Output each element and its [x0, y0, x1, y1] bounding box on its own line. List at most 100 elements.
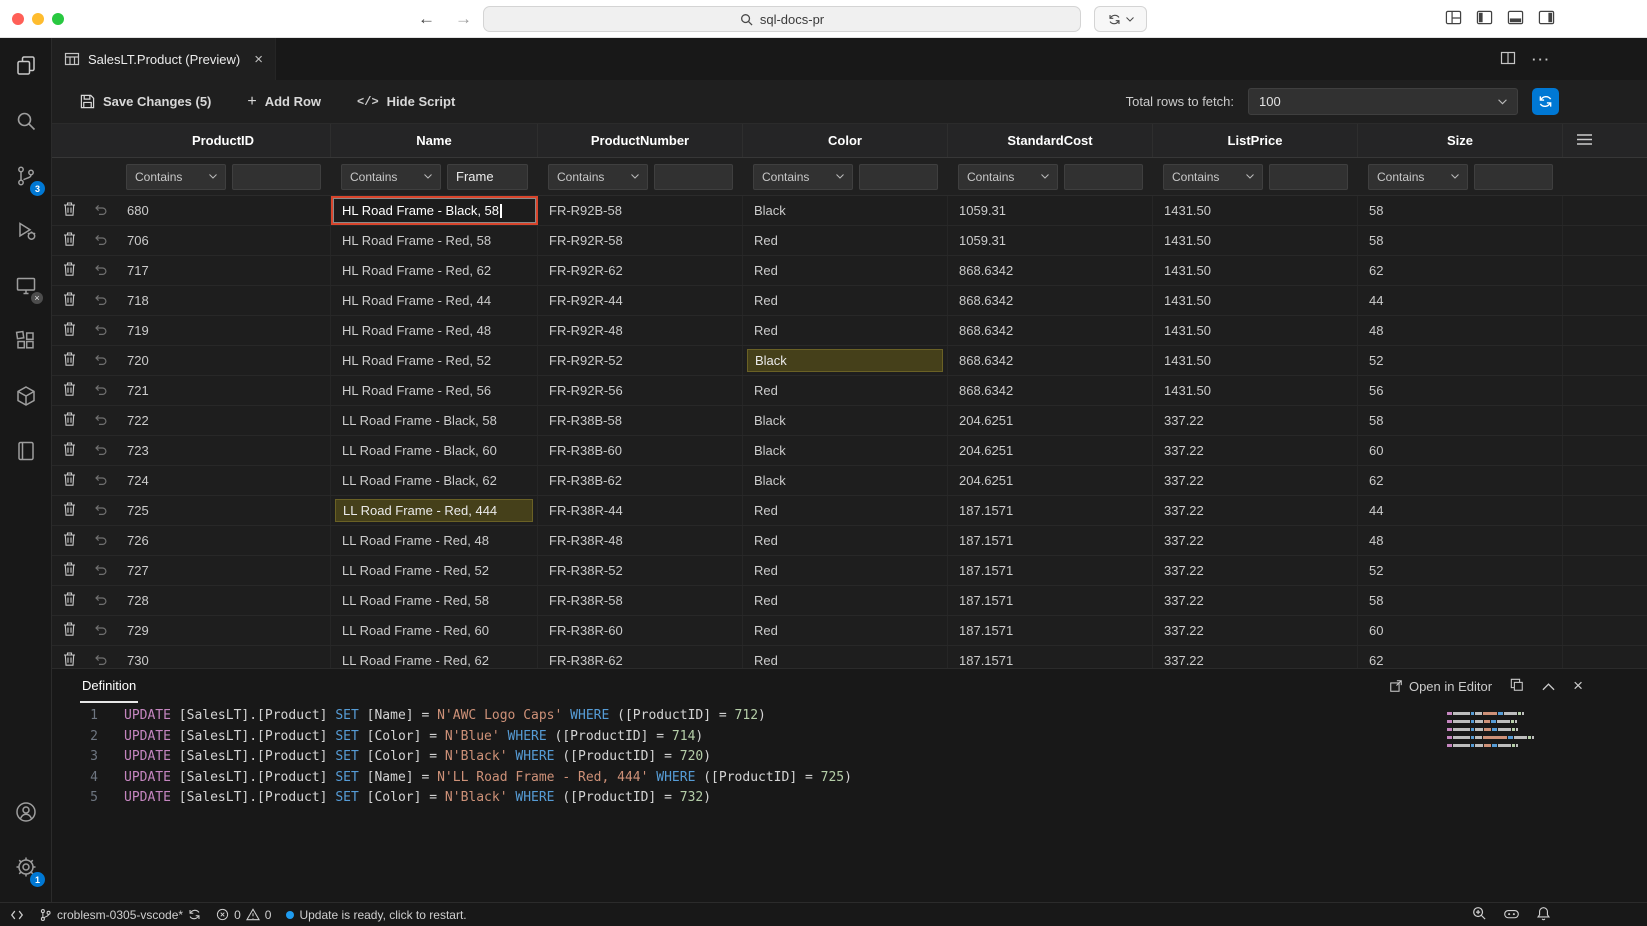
cell-productnumber[interactable]: FR-R38B-62	[538, 466, 743, 495]
cell-size[interactable]: 58	[1358, 586, 1563, 615]
cell-size[interactable]: 60	[1358, 616, 1563, 645]
filter-input-size[interactable]	[1474, 164, 1553, 190]
cell-productid[interactable]: 727	[116, 556, 331, 585]
cell-productnumber[interactable]: FR-R38R-48	[538, 526, 743, 555]
toggle-primary-sidebar-icon[interactable]	[1476, 9, 1493, 29]
revert-row-button[interactable]	[94, 203, 108, 218]
cell-name[interactable]: LL Road Frame - Red, 62	[331, 646, 538, 668]
table-row[interactable]: 729LL Road Frame - Red, 60FR-R38R-60Red1…	[52, 616, 1647, 646]
cell-productid[interactable]: 720	[116, 346, 331, 375]
sidebar-item-remote-explorer[interactable]: ×	[0, 258, 51, 313]
filter-input-productnumber[interactable]	[654, 164, 733, 190]
delete-row-button[interactable]	[63, 352, 76, 369]
filter-operator-standardcost[interactable]: Contains	[958, 164, 1058, 190]
cell-name-modified[interactable]: LL Road Frame - Red, 444	[331, 496, 538, 525]
cell-name[interactable]: LL Road Frame - Red, 48	[331, 526, 538, 555]
cell-productid[interactable]: 725	[116, 496, 331, 525]
column-header-listprice[interactable]: ListPrice	[1153, 124, 1358, 157]
panel-tab-definition[interactable]: Definition	[80, 670, 138, 703]
cell-standardcost[interactable]: 204.6251	[948, 466, 1153, 495]
cell-size[interactable]: 48	[1358, 526, 1563, 555]
cell-standardcost[interactable]: 868.6342	[948, 316, 1153, 345]
table-row[interactable]: 725LL Road Frame - Red, 444FR-R38R-44Red…	[52, 496, 1647, 526]
cell-name[interactable]: LL Road Frame - Red, 58	[331, 586, 538, 615]
refresh-dropdown-button[interactable]	[1094, 6, 1147, 32]
cell-listprice[interactable]: 337.22	[1153, 616, 1358, 645]
delete-row-button[interactable]	[63, 412, 76, 429]
column-header-size[interactable]: Size	[1358, 124, 1563, 157]
cell-listprice[interactable]: 337.22	[1153, 406, 1358, 435]
cell-size[interactable]: 52	[1358, 346, 1563, 375]
cell-size[interactable]: 58	[1358, 196, 1563, 225]
revert-row-button[interactable]	[94, 623, 108, 638]
revert-row-button[interactable]	[94, 323, 108, 338]
filter-operator-listprice[interactable]: Contains	[1163, 164, 1263, 190]
open-in-editor-button[interactable]: Open in Editor	[1389, 679, 1492, 694]
cell-name[interactable]: HL Road Frame - Red, 58	[331, 226, 538, 255]
sidebar-item-settings[interactable]: 1	[0, 839, 51, 894]
cell-size[interactable]: 44	[1358, 496, 1563, 525]
cell-productnumber[interactable]: FR-R38R-60	[538, 616, 743, 645]
cell-name[interactable]: HL Road Frame - Red, 52	[331, 346, 538, 375]
total-rows-select[interactable]: 100	[1248, 88, 1518, 115]
cell-name[interactable]: LL Road Frame - Black, 60	[331, 436, 538, 465]
command-center[interactable]: sql-docs-pr	[483, 6, 1081, 32]
cell-productid[interactable]: 723	[116, 436, 331, 465]
cell-standardcost[interactable]: 204.6251	[948, 406, 1153, 435]
cell-name[interactable]: HL Road Frame - Red, 62	[331, 256, 538, 285]
update-ready-status[interactable]: Update is ready, click to restart.	[286, 908, 466, 922]
delete-row-button[interactable]	[63, 442, 76, 459]
cell-size[interactable]: 56	[1358, 376, 1563, 405]
cell-productid[interactable]: 718	[116, 286, 331, 315]
cell-standardcost[interactable]: 187.1571	[948, 646, 1153, 668]
cell-standardcost[interactable]: 1059.31	[948, 196, 1153, 225]
table-row[interactable]: 730LL Road Frame - Red, 62FR-R38R-62Red1…	[52, 646, 1647, 668]
cell-name-editing[interactable]: HL Road Frame - Black, 58	[331, 196, 538, 225]
table-row[interactable]: 723LL Road Frame - Black, 60FR-R38B-60Bl…	[52, 436, 1647, 466]
cell-productid[interactable]: 724	[116, 466, 331, 495]
cell-standardcost[interactable]: 187.1571	[948, 526, 1153, 555]
copy-icon[interactable]	[1510, 678, 1524, 695]
close-panel-icon[interactable]: ×	[1573, 676, 1583, 696]
cell-color[interactable]: Red	[743, 286, 948, 315]
toggle-secondary-sidebar-icon[interactable]	[1538, 9, 1555, 29]
cell-productid[interactable]: 728	[116, 586, 331, 615]
forward-button[interactable]: →	[455, 9, 472, 29]
revert-row-button[interactable]	[94, 503, 108, 518]
split-editor-icon[interactable]	[1500, 50, 1516, 69]
revert-row-button[interactable]	[94, 533, 108, 548]
delete-row-button[interactable]	[63, 202, 76, 219]
sidebar-item-notebooks[interactable]	[0, 423, 51, 478]
filter-operator-productnumber[interactable]: Contains	[548, 164, 648, 190]
branch-status[interactable]: croblesm-0305-vscode*	[39, 908, 201, 922]
revert-row-button[interactable]	[94, 473, 108, 488]
zoom-status-icon[interactable]	[1472, 906, 1487, 924]
cell-size[interactable]: 60	[1358, 436, 1563, 465]
refresh-data-button[interactable]	[1532, 88, 1559, 115]
sidebar-item-accounts[interactable]	[0, 784, 51, 839]
revert-row-button[interactable]	[94, 443, 108, 458]
cell-standardcost[interactable]: 187.1571	[948, 586, 1153, 615]
cell-size[interactable]: 44	[1358, 286, 1563, 315]
cell-listprice[interactable]: 337.22	[1153, 436, 1358, 465]
cell-listprice[interactable]: 1431.50	[1153, 346, 1358, 375]
cell-standardcost[interactable]: 868.6342	[948, 346, 1153, 375]
cell-color[interactable]: Red	[743, 376, 948, 405]
cell-color[interactable]: Red	[743, 496, 948, 525]
cell-color[interactable]: Red	[743, 586, 948, 615]
macos-close-button[interactable]	[12, 13, 24, 25]
notifications-bell-icon[interactable]	[1536, 906, 1551, 924]
delete-row-button[interactable]	[63, 622, 76, 639]
cell-size[interactable]: 62	[1358, 646, 1563, 668]
filter-input-color[interactable]	[859, 164, 938, 190]
macos-minimize-button[interactable]	[32, 13, 44, 25]
cell-standardcost[interactable]: 1059.31	[948, 226, 1153, 255]
cell-listprice[interactable]: 337.22	[1153, 646, 1358, 668]
filter-input-productid[interactable]	[232, 164, 321, 190]
column-header-productnumber[interactable]: ProductNumber	[538, 124, 743, 157]
cell-listprice[interactable]: 1431.50	[1153, 376, 1358, 405]
cell-standardcost[interactable]: 204.6251	[948, 436, 1153, 465]
table-row[interactable]: 720HL Road Frame - Red, 52FR-R92R-52Blac…	[52, 346, 1647, 376]
cell-productid[interactable]: 729	[116, 616, 331, 645]
revert-row-button[interactable]	[94, 293, 108, 308]
